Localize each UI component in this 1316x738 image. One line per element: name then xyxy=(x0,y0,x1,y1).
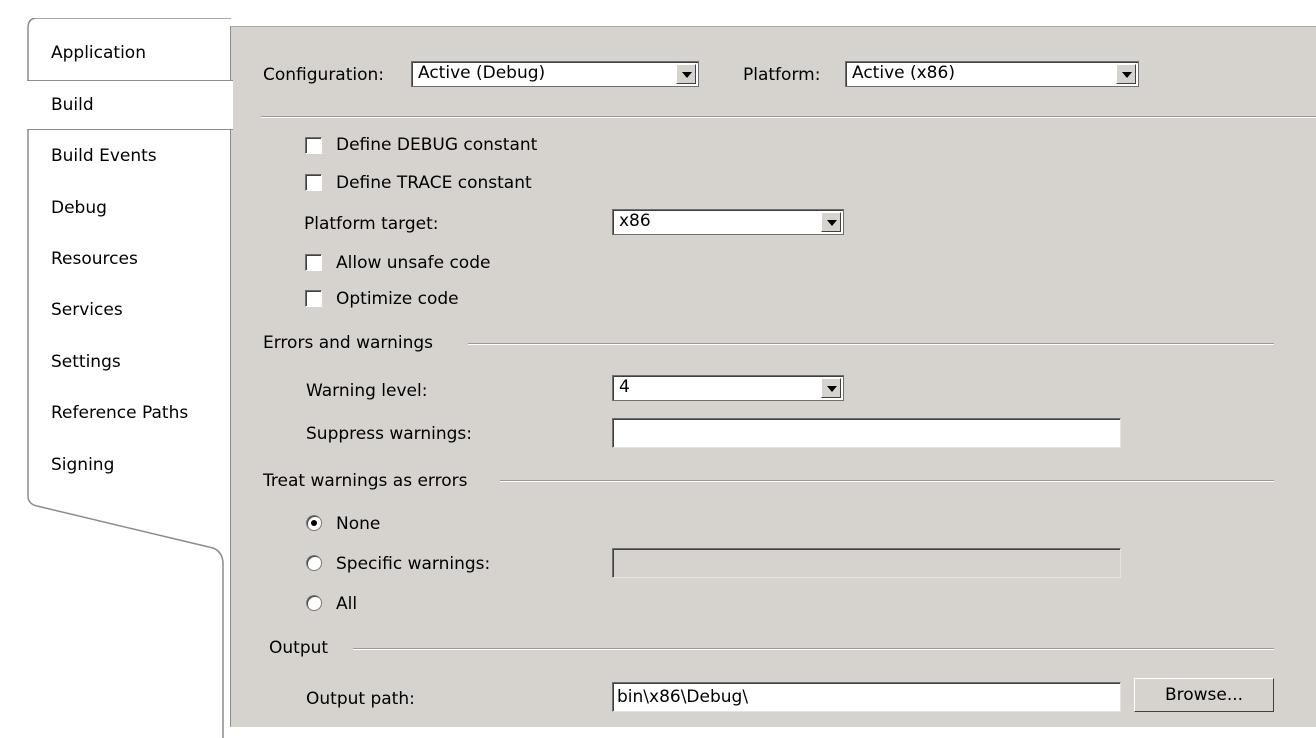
tab-label: Build xyxy=(51,95,94,115)
suppress-warnings-label: Suppress warnings: xyxy=(306,424,472,444)
platform-label: Platform: xyxy=(743,65,821,85)
tab-application[interactable]: Application xyxy=(27,28,231,78)
tab-label: Services xyxy=(51,300,123,320)
allow-unsafe-checkbox[interactable] xyxy=(305,254,322,271)
none-radio-label: None xyxy=(336,514,381,534)
tab-build-events[interactable]: Build Events xyxy=(27,131,231,181)
configuration-label: Configuration: xyxy=(263,65,385,85)
output-section-divider xyxy=(353,648,1274,650)
chevron-down-icon[interactable] xyxy=(821,212,841,232)
tab-settings[interactable]: Settings xyxy=(27,337,231,387)
output-path-label: Output path: xyxy=(306,689,415,709)
chevron-down-icon[interactable] xyxy=(821,378,841,398)
tab-label: Application xyxy=(51,43,146,63)
warning-level-label: Warning level: xyxy=(306,381,428,401)
none-radio[interactable] xyxy=(306,515,322,531)
tab-resources[interactable]: Resources xyxy=(27,234,231,284)
tab-label: Reference Paths xyxy=(51,403,189,423)
configuration-combo[interactable]: Active (Debug) xyxy=(411,61,699,87)
browse-button[interactable]: Browse... xyxy=(1134,678,1274,712)
configuration-value: Active (Debug) xyxy=(418,63,546,83)
specific-warnings-label: Specific warnings: xyxy=(336,554,491,574)
tab-label: Debug xyxy=(51,198,107,218)
specific-warnings-input[interactable] xyxy=(612,548,1121,578)
treat-warnings-section-title: Treat warnings as errors xyxy=(263,471,468,491)
platform-target-value: x86 xyxy=(619,211,651,231)
optimize-label: Optimize code xyxy=(336,289,459,309)
tab-signing[interactable]: Signing xyxy=(27,440,231,490)
chevron-down-icon[interactable] xyxy=(1116,64,1136,84)
platform-target-combo[interactable]: x86 xyxy=(612,209,844,235)
output-section-title: Output xyxy=(269,638,329,658)
all-radio-label: All xyxy=(336,594,358,614)
build-properties-panel: Configuration: Active (Debug) Platform: … xyxy=(230,26,1316,727)
tab-reference-paths[interactable]: Reference Paths xyxy=(27,388,231,438)
errors-section-divider xyxy=(468,343,1274,345)
output-path-input[interactable] xyxy=(612,682,1121,712)
platform-value: Active (x86) xyxy=(852,63,955,83)
platform-combo[interactable]: Active (x86) xyxy=(845,61,1139,87)
tab-debug[interactable]: Debug xyxy=(27,183,231,233)
define-debug-checkbox[interactable] xyxy=(305,137,322,154)
errors-section-title: Errors and warnings xyxy=(263,333,434,353)
all-radio[interactable] xyxy=(306,595,322,611)
tab-services[interactable]: Services xyxy=(27,285,231,335)
chevron-down-icon[interactable] xyxy=(676,64,696,84)
define-trace-label: Define TRACE constant xyxy=(336,173,532,193)
header-divider xyxy=(261,116,1316,118)
specific-warnings-radio[interactable] xyxy=(306,555,322,571)
optimize-checkbox[interactable] xyxy=(305,290,322,307)
tab-label: Resources xyxy=(51,249,138,269)
warning-level-combo[interactable]: 4 xyxy=(612,375,844,401)
define-debug-label: Define DEBUG constant xyxy=(336,135,538,155)
warning-level-value: 4 xyxy=(619,377,630,397)
treat-warnings-section-divider xyxy=(500,480,1274,482)
tab-build[interactable]: Build xyxy=(27,80,233,130)
define-trace-checkbox[interactable] xyxy=(305,174,322,191)
allow-unsafe-label: Allow unsafe code xyxy=(336,253,491,273)
tab-label: Build Events xyxy=(51,146,157,166)
platform-target-label: Platform target: xyxy=(304,214,439,234)
suppress-warnings-input[interactable] xyxy=(612,418,1121,448)
tab-label: Signing xyxy=(51,455,115,475)
tab-label: Settings xyxy=(51,352,121,372)
